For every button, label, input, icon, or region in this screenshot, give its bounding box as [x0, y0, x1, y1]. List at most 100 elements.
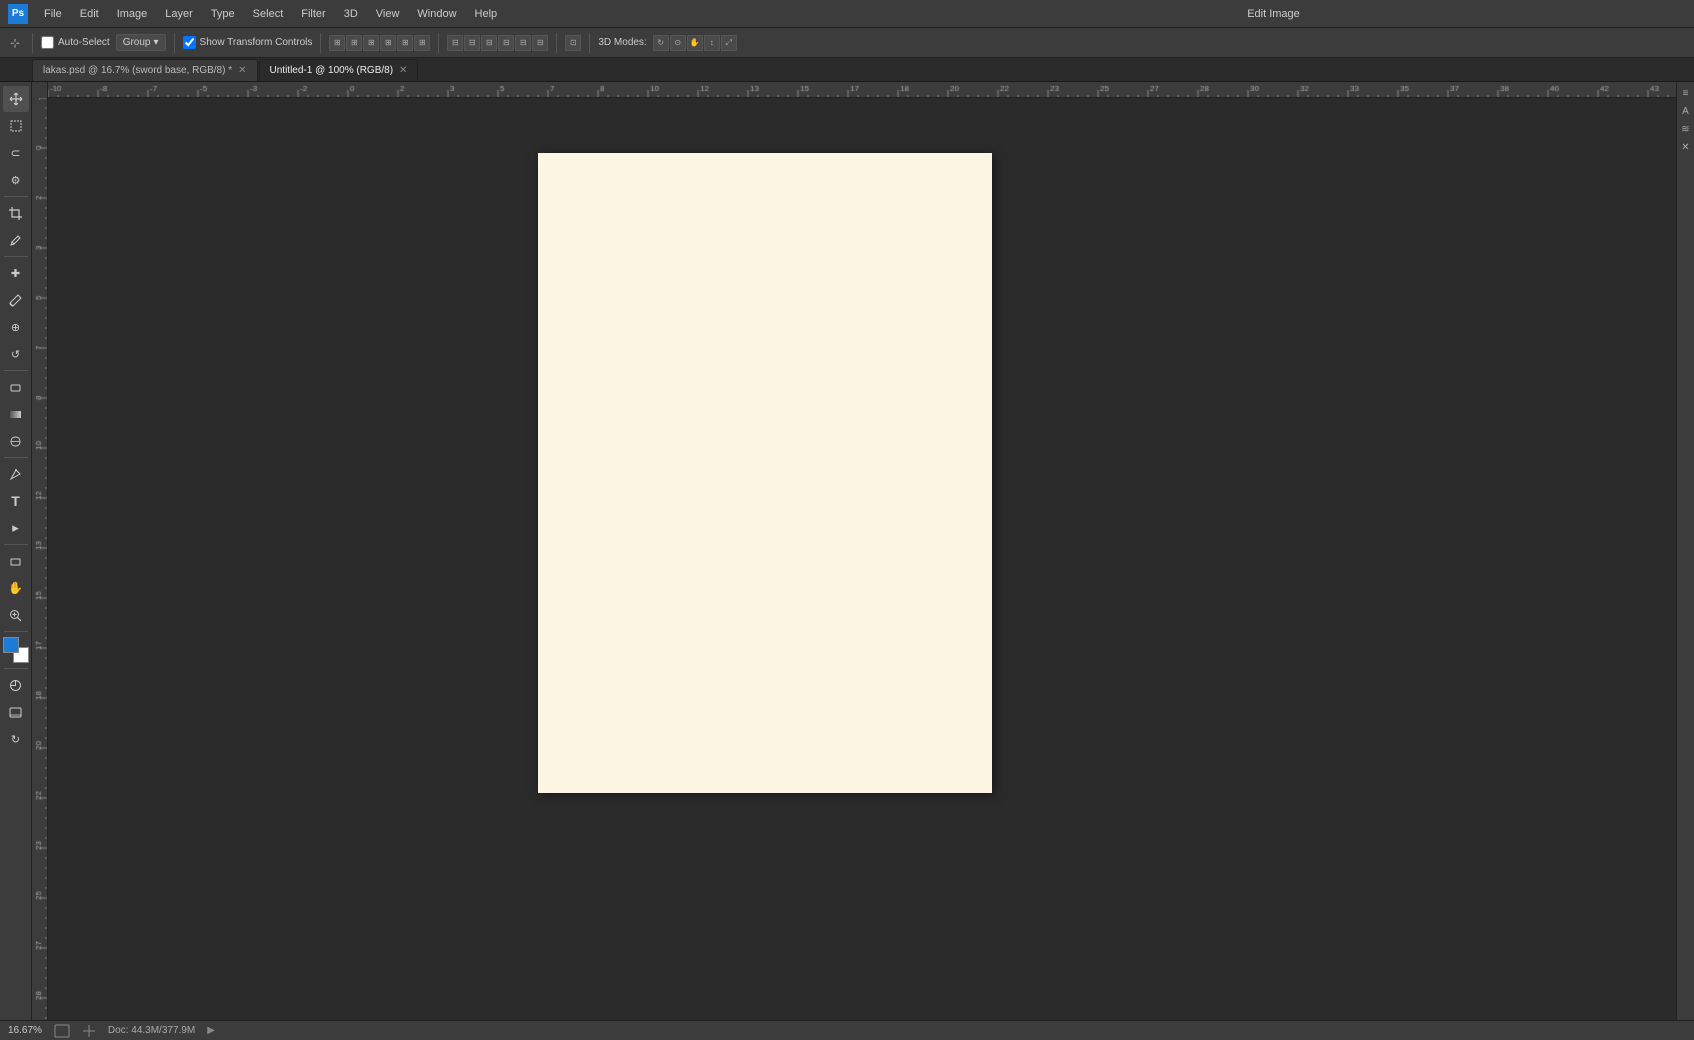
distribute-right[interactable]: ⊟: [481, 35, 497, 51]
distribute-icons-group: ⊟ ⊟ ⊟ ⊟ ⊟ ⊟: [447, 35, 548, 51]
3d-scale[interactable]: ⤢: [721, 35, 737, 51]
tool-brush[interactable]: [3, 287, 29, 313]
tab-lakas-close[interactable]: ✕: [238, 65, 246, 76]
3d-modes-icons: ↻ ⊙ ✋ ↕ ⤢: [653, 35, 737, 51]
app-title: Edit Image: [861, 8, 1686, 20]
menu-window[interactable]: Window: [409, 6, 464, 22]
menu-edit[interactable]: Edit: [72, 6, 107, 22]
tool-quick-mask[interactable]: [3, 672, 29, 698]
tool-eraser[interactable]: [3, 374, 29, 400]
distribute-center-v[interactable]: ⊟: [515, 35, 531, 51]
separator-4: [438, 33, 439, 53]
3d-rotate[interactable]: ↻: [653, 35, 669, 51]
align-center-h[interactable]: ⊞: [346, 35, 362, 51]
align-center-v[interactable]: ⊞: [397, 35, 413, 51]
tool-hand[interactable]: ✋: [3, 575, 29, 601]
canvas-rotate-icon[interactable]: [54, 1024, 70, 1038]
tool-crop[interactable]: [3, 200, 29, 226]
3d-roll[interactable]: ⊙: [670, 35, 686, 51]
document-canvas[interactable]: [538, 153, 992, 793]
tool-sep-4: [4, 457, 28, 458]
tab-lakas[interactable]: lakas.psd @ 16.7% (sword base, RGB/8) * …: [32, 59, 258, 81]
tool-screen-mode[interactable]: [3, 699, 29, 725]
align-bottom[interactable]: ⊞: [414, 35, 430, 51]
align-left[interactable]: ⊞: [329, 35, 345, 51]
tabs-bar: lakas.psd @ 16.7% (sword base, RGB/8) * …: [0, 58, 1694, 82]
auto-align[interactable]: ⊡: [565, 35, 581, 51]
align-right[interactable]: ⊞: [363, 35, 379, 51]
menu-file[interactable]: File: [36, 6, 70, 22]
tab-untitled-label: Untitled-1 @ 100% (RGB/8): [270, 65, 394, 76]
transform-controls-checkbox[interactable]: Show Transform Controls: [183, 36, 313, 49]
tool-zoom[interactable]: [3, 602, 29, 628]
tab-untitled[interactable]: Untitled-1 @ 100% (RGB/8) ✕: [259, 59, 419, 81]
transform-controls-input[interactable]: [183, 36, 196, 49]
menu-select[interactable]: Select: [245, 6, 292, 22]
right-panel-character[interactable]: A: [1679, 104, 1693, 118]
auto-select-checkbox[interactable]: Auto-Select: [41, 36, 110, 49]
menu-layer[interactable]: Layer: [157, 6, 201, 22]
main-area: ⊂ ⚙ ✚ ⊕ ↺: [0, 82, 1694, 1020]
color-swatches[interactable]: [3, 637, 29, 663]
distribute-bottom[interactable]: ⊟: [532, 35, 548, 51]
tool-gradient[interactable]: [3, 401, 29, 427]
canvas-flip-icon[interactable]: [82, 1024, 96, 1038]
ps-logo: Ps: [8, 4, 28, 24]
ruler-vertical: [32, 98, 48, 1020]
tool-pen[interactable]: [3, 461, 29, 487]
ruler-horizontal: [48, 82, 1676, 98]
distribute-h[interactable]: ⊟: [447, 35, 463, 51]
menu-help[interactable]: Help: [467, 6, 506, 22]
auto-select-input[interactable]: [41, 36, 54, 49]
tool-shape[interactable]: [3, 548, 29, 574]
right-panel-properties[interactable]: ≋: [1679, 122, 1693, 136]
tool-rotate-3d[interactable]: ↻: [3, 726, 29, 752]
right-panel-close[interactable]: ✕: [1679, 140, 1693, 154]
3d-slide[interactable]: ↕: [704, 35, 720, 51]
tool-selection[interactable]: [3, 113, 29, 139]
left-toolbar: ⊂ ⚙ ✚ ⊕ ↺: [0, 82, 32, 1020]
tool-sep-6: [4, 631, 28, 632]
tool-sep-2: [4, 256, 28, 257]
tab-lakas-label: lakas.psd @ 16.7% (sword base, RGB/8) *: [43, 65, 232, 76]
3d-modes-label: 3D Modes:: [598, 37, 646, 48]
tool-quick-select[interactable]: ⚙: [3, 167, 29, 193]
tool-history-brush[interactable]: ↺: [3, 341, 29, 367]
separator-6: [589, 33, 590, 53]
menu-view[interactable]: View: [368, 6, 408, 22]
canvas-wrapper: [32, 82, 1676, 1020]
doc-info: Doc: 44.3M/377.9M: [108, 1025, 195, 1036]
tool-lasso[interactable]: ⊂: [3, 140, 29, 166]
separator-3: [320, 33, 321, 53]
tool-sep-3: [4, 370, 28, 371]
right-panel-layers[interactable]: ≡: [1679, 86, 1693, 100]
align-top[interactable]: ⊞: [380, 35, 396, 51]
distribute-center-h[interactable]: ⊟: [464, 35, 480, 51]
distribute-top[interactable]: ⊟: [498, 35, 514, 51]
status-bar: 16.67% Doc: 44.3M/377.9M ▶: [0, 1020, 1694, 1040]
3d-pan[interactable]: ✋: [687, 35, 703, 51]
menu-filter[interactable]: Filter: [293, 6, 333, 22]
ruler-corner: [32, 82, 48, 98]
forward-arrow[interactable]: ▶: [207, 1025, 215, 1036]
tab-untitled-close[interactable]: ✕: [399, 65, 407, 76]
menu-3d[interactable]: 3D: [336, 6, 366, 22]
foreground-color-swatch[interactable]: [3, 637, 19, 653]
title-bar: Ps File Edit Image Layer Type Select Fil…: [0, 0, 1694, 28]
tool-healing[interactable]: ✚: [3, 260, 29, 286]
menu-type[interactable]: Type: [203, 6, 243, 22]
separator-1: [32, 33, 33, 53]
move-tool-options-icon[interactable]: ⊹: [6, 34, 24, 52]
zoom-level: 16.67%: [8, 1025, 42, 1036]
tool-move[interactable]: [3, 86, 29, 112]
tool-text[interactable]: T: [3, 488, 29, 514]
tool-blur[interactable]: [3, 428, 29, 454]
canvas-scroll-area[interactable]: [48, 98, 1676, 1020]
right-panel: ≡ A ≋ ✕: [1676, 82, 1694, 1020]
tool-sep-5: [4, 544, 28, 545]
tool-path-selection[interactable]: ▸: [3, 515, 29, 541]
tool-eyedropper[interactable]: [3, 227, 29, 253]
menu-image[interactable]: Image: [109, 6, 156, 22]
tool-clone[interactable]: ⊕: [3, 314, 29, 340]
group-dropdown[interactable]: Group ▾: [116, 34, 166, 51]
